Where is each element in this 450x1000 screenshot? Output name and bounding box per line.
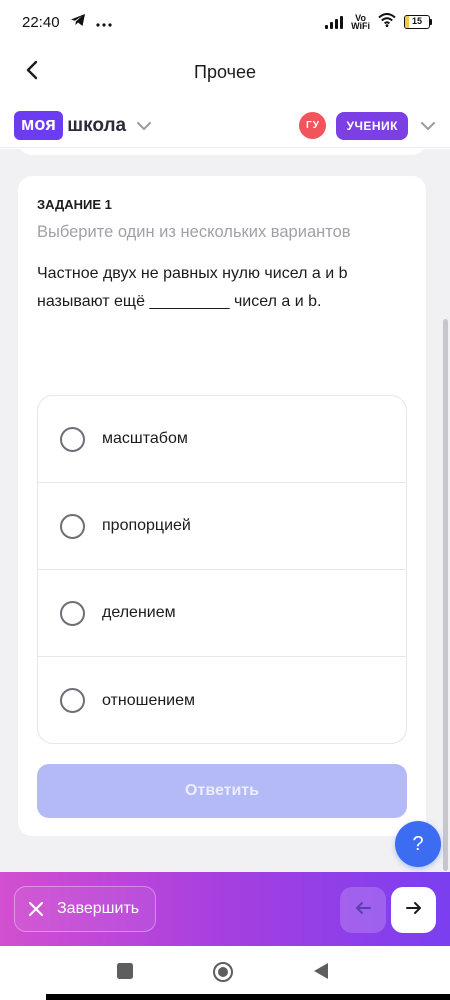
status-bar: 22:40 Vo WiFi 15 (0, 0, 450, 44)
close-icon (27, 900, 45, 918)
option-item[interactable]: пропорцией (38, 483, 406, 570)
prev-task-button[interactable] (340, 887, 386, 933)
task-label: ЗАДАНИЕ 1 (37, 197, 112, 212)
option-item[interactable]: делением (38, 570, 406, 657)
signal-icon (325, 15, 344, 29)
finish-button[interactable]: Завершить (14, 886, 156, 932)
option-label: масштабом (102, 430, 188, 447)
radio-button[interactable] (60, 426, 85, 452)
wifi-icon (378, 13, 396, 31)
task-question: Частное двух не равных нулю чисел a и b … (37, 265, 348, 310)
previous-card (18, 149, 426, 155)
battery-level: 15 (411, 16, 422, 26)
triangle-back-icon[interactable] (312, 962, 330, 980)
option-label: пропорцией (102, 517, 191, 534)
vowifi-label: Vo WiFi (351, 13, 370, 31)
avatar[interactable]: ГУ (299, 112, 327, 139)
radio-button[interactable] (60, 513, 85, 539)
option-item[interactable]: отношением (38, 657, 406, 743)
option-label: делением (102, 604, 176, 621)
logo-shkola: школа (67, 114, 127, 136)
system-nav-bar (0, 946, 450, 1000)
answer-button[interactable]: Ответить (37, 764, 407, 818)
home-indicator (46, 994, 450, 1000)
chevron-left-icon (25, 60, 39, 85)
more-dots-icon (95, 14, 112, 31)
arrow-right-icon (405, 901, 423, 920)
content-area: ЗАДАНИЕ 1 Выберите один из нескольких ва… (0, 149, 450, 872)
arrow-left-icon (354, 901, 372, 920)
scrollbar[interactable] (443, 319, 448, 871)
radio-button[interactable] (60, 688, 85, 713)
logo-moya: моя (14, 111, 64, 140)
back-button[interactable] (14, 54, 50, 90)
help-button[interactable]: ? (395, 821, 441, 867)
battery-icon: 15 (404, 15, 432, 29)
page-title: Прочее (194, 61, 256, 82)
role-chevron-down-icon[interactable] (420, 121, 436, 131)
circle-icon[interactable] (212, 961, 234, 983)
square-icon[interactable] (116, 962, 134, 980)
chevron-down-icon[interactable] (136, 121, 152, 131)
finish-label: Завершить (57, 900, 140, 917)
option-label: отношением (102, 691, 196, 709)
app-header: моя школа ГУ УЧЕНИК (0, 104, 450, 148)
next-task-button[interactable] (391, 887, 436, 933)
top-nav: Прочее (0, 48, 450, 96)
options-list: масштабом пропорцией делением отношением (37, 395, 407, 744)
status-time: 22:40 (22, 13, 60, 31)
task-hint: Выберите один из нескольких вариантов (37, 223, 351, 241)
role-badge[interactable]: УЧЕНИК (336, 111, 408, 140)
option-item[interactable]: масштабом (38, 396, 406, 483)
app-logo[interactable]: моя школа (14, 111, 152, 140)
task-card: ЗАДАНИЕ 1 Выберите один из нескольких ва… (18, 176, 426, 836)
telegram-icon (70, 13, 86, 31)
radio-button[interactable] (60, 600, 85, 626)
bottom-action-bar: Завершить (0, 872, 450, 946)
